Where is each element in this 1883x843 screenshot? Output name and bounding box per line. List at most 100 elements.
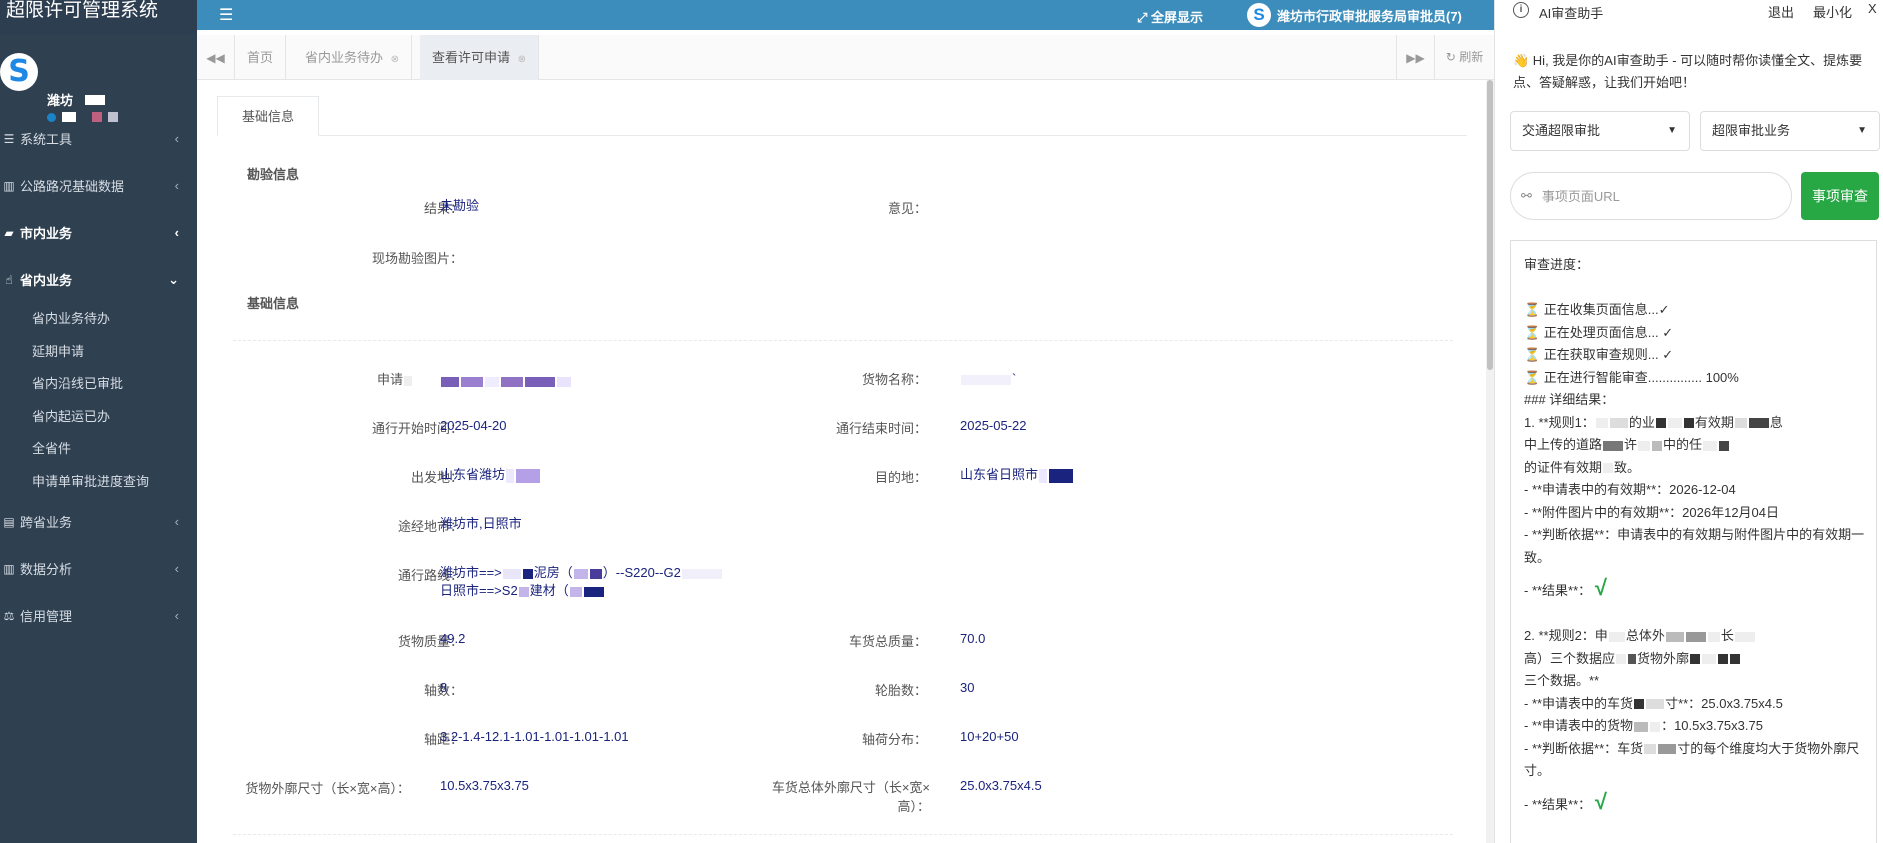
close-tab-icon[interactable]: ⊗ [518, 54, 526, 65]
refresh-button[interactable]: ↻ 刷新 [1434, 35, 1494, 80]
origin-value: 山东省潍坊 [440, 466, 541, 484]
submenu-item-extension[interactable]: 延期申请 [0, 336, 197, 369]
total-mass-value: 70.0 [960, 631, 986, 646]
survey-opinion-label: 意见： [887, 201, 927, 216]
route-label: 通行路线： [397, 568, 463, 583]
user-org-label: 潍坊市行政审批服务局审批员(7) [1277, 8, 1462, 24]
progress-step: ⏳ 正在进行智能审查............... 100% [1524, 369, 1739, 385]
fullscreen-button[interactable]: ⤢ 全屏显示 [1137, 7, 1203, 26]
list-icon: ☰ [3, 131, 15, 146]
chevron-left-icon: ‹ [174, 561, 179, 576]
rule1-line: 中上传的道路许中的任 [1524, 434, 1866, 457]
menu-item-city-business[interactable]: ▰ 市内业务 ‹ [0, 209, 197, 256]
review-button[interactable]: 事项审查 [1801, 172, 1879, 220]
chevron-left-icon: ‹ [174, 178, 179, 193]
progress-step: ⏳ 正在获取审查规则... ✓ [1524, 347, 1674, 362]
rule2-line: 2. **规则2：申 总体外长 [1524, 625, 1866, 648]
url-input[interactable] [1541, 188, 1762, 204]
menu-item-data-analysis[interactable]: ▥ 数据分析 ‹ [0, 545, 197, 592]
menu-item-cross-province[interactable]: ▤ 跨省业务 ‹ [0, 498, 197, 545]
link-icon: ⚯ [1521, 188, 1532, 203]
rule1-line: 1. **规则1： 的业 有效期息 [1524, 414, 1783, 430]
tires-value: 30 [960, 680, 975, 695]
tab-province-todo[interactable]: 省内业务待办 ⊗ [293, 35, 413, 80]
basic-section-title: 基础信息 [247, 296, 300, 311]
chevron-left-icon: ‹ [174, 608, 179, 623]
business-select[interactable]: 超限审批业务 ▼ [1700, 111, 1880, 151]
main-content: 基础信息 勘验信息 结果： 未勘验 意见： 现场勘验图片： 基础信息 申请 货物… [197, 80, 1494, 843]
total-mass-label: 车货总质量： [848, 634, 927, 649]
category-select[interactable]: 交通超限审批 ▼ [1510, 111, 1690, 151]
menu-item-province-business[interactable]: ☝ 省内业务 ⌄ [0, 256, 197, 303]
refresh-icon: ↻ [1445, 50, 1456, 64]
divider [233, 834, 1453, 835]
rule1-apply: - **申请表中的有效期**：2026-12-04 [1524, 482, 1736, 497]
top-navbar: ☰ ⤢ 全屏显示 S 潍坊市行政审批服务局审批员(7) [197, 0, 1494, 30]
scroll-left-icon[interactable]: ◀◀ [197, 35, 235, 80]
province-submenu: 省内业务待办 延期申请 省内沿线已审批 省内起运已办 全省件 申请单审批进度查询 [0, 303, 197, 498]
origin-label: 出发地： [410, 470, 463, 485]
ai-close-button[interactable]: X [1868, 1, 1877, 16]
cargo-mass-value: 49.2 [440, 631, 466, 646]
main-scrollbar[interactable] [1486, 80, 1494, 843]
axle-load-label: 轴荷分布： [861, 732, 927, 747]
user-menu[interactable]: S 潍坊市行政审批服务局审批员(7) [1247, 3, 1462, 27]
detail-heading: ### 详细结果： [1524, 392, 1615, 407]
side-menu: ☰ 系统工具 ‹ ▥ 公路路况基础数据 ‹ ▰ 市内业务 ‹ ☝ 省内业务 ⌄ … [0, 115, 197, 639]
hand-pointer-icon: ☝ [5, 272, 13, 287]
route-value: 潍坊市==> 泥房（ ）--S220--G2 日照市==>S2 建材（ [440, 564, 723, 600]
submenu-item-origin-done[interactable]: 省内起运已办 [0, 401, 197, 434]
ai-logout-button[interactable]: 退出 [1768, 2, 1794, 21]
rule2-result: - **结果**： √ [1524, 788, 1607, 814]
applicant-value [440, 372, 572, 390]
info-icon: i [1513, 2, 1529, 18]
tab-basic-info[interactable]: 基础信息 [217, 96, 320, 136]
menu-toggle-icon[interactable]: ☰ [219, 5, 233, 25]
cargo-name-label: 货物名称： [861, 372, 927, 387]
submenu-item-all-province[interactable]: 全省件 [0, 433, 197, 466]
tab-home[interactable]: 首页 [235, 35, 287, 80]
start-time-value: 2025-04-20 [440, 418, 507, 433]
rule2-line: 高）三个数据应 货物外廓 [1524, 648, 1866, 671]
submenu-item-along-approved[interactable]: 省内沿线已审批 [0, 368, 197, 401]
menu-item-system-tools[interactable]: ☰ 系统工具 ‹ [0, 115, 197, 162]
chevron-left-icon: ‹ [174, 514, 179, 529]
submenu-item-province-todo[interactable]: 省内业务待办 [0, 303, 197, 336]
cargo-mass-label: 货物质量： [397, 634, 463, 649]
close-tab-icon[interactable]: ⊗ [391, 54, 399, 65]
org-logo: S [0, 53, 38, 91]
ai-minimize-button[interactable]: 最小化 [1813, 2, 1852, 21]
via-cities-label: 途经地市： [397, 519, 463, 534]
expand-icon: ⤢ [1137, 10, 1148, 25]
user-profile: S 潍坊 [0, 35, 197, 122]
id-card-icon: ▤ [3, 514, 15, 529]
axles-value: 8 [440, 680, 448, 695]
rule1-line: 的证件有效期 致。 [1524, 459, 1641, 475]
rule2-cargo: - **申请表中的货物 ：10.5x3.75x3.75 [1524, 718, 1763, 733]
tab-view-permit[interactable]: 查看许可申请 ⊗ [420, 35, 540, 80]
rule1-attach: - **附件图片中的有效期**：2026年12月04日 [1524, 504, 1780, 520]
ai-panel-title: AI审查助手 [1539, 6, 1604, 21]
bar-chart-icon: ▥ [3, 561, 15, 576]
rule2-total: - **申请表中的车货 寸**：25.0x3.75x4.5 [1524, 695, 1783, 711]
url-input-wrapper: ⚯ [1510, 172, 1792, 220]
scrollbar-thumb[interactable] [1487, 80, 1493, 370]
redacted-block [84, 95, 105, 105]
profile-name: 潍坊 [47, 93, 74, 108]
chevron-down-icon: ⌄ [168, 271, 179, 287]
end-time-label: 通行结束时间： [835, 421, 927, 436]
applicant-label: 申请 [233, 369, 413, 388]
axles-label: 轴数： [423, 683, 463, 698]
redacted-block [404, 375, 412, 386]
sidebar: 超限许可管理系统 S 潍坊 ☰ 系统工具 ‹ ▥ 公路路况基础数据 ‹ ▰ 市内… [0, 0, 197, 843]
bar-chart-icon: ▥ [3, 178, 15, 193]
scroll-right-icon[interactable]: ▶▶ [1396, 35, 1434, 80]
menu-item-road-data[interactable]: ▥ 公路路况基础数据 ‹ [0, 162, 197, 209]
submenu-item-progress-query[interactable]: 申请单审批进度查询 [0, 466, 197, 499]
menu-item-credit[interactable]: ⚖ 信用管理 ‹ [0, 592, 197, 639]
destination-label: 目的地： [874, 470, 927, 485]
tires-label: 轮胎数： [874, 683, 927, 698]
ai-output-panel: 审查进度： ⏳ 正在收集页面信息...✓ ⏳ 正在处理页面信息... ✓ ⏳ 正… [1510, 240, 1877, 843]
via-cities-value: 潍坊市,日照市 [440, 516, 522, 531]
rule1-result: - **结果**： √ [1524, 575, 1607, 600]
